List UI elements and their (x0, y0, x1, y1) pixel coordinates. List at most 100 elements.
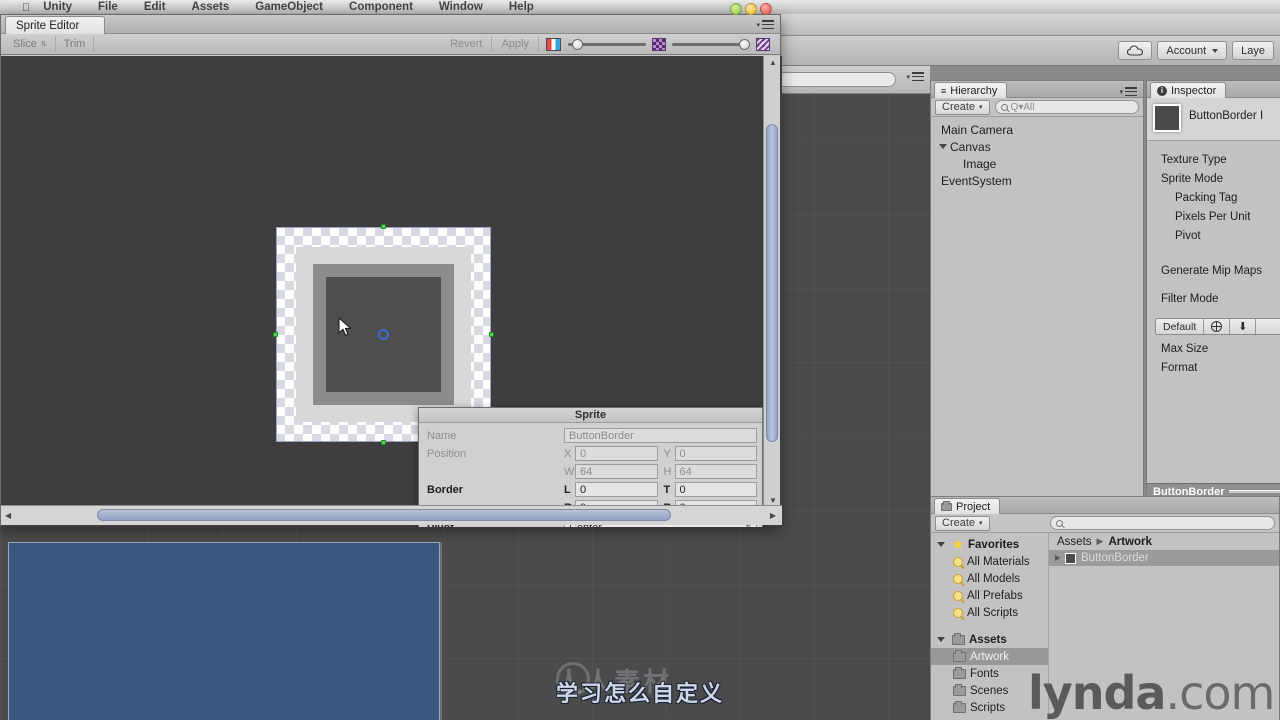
view-divider (440, 542, 442, 720)
project-folder-scripts[interactable]: Scripts (931, 699, 1048, 716)
hierarchy-item-main-camera[interactable]: Main Camera (931, 121, 1143, 138)
property-label: Packing Tag (1175, 191, 1238, 204)
scene-panel-menu[interactable]: ▾ (906, 72, 924, 81)
scroll-up-icon[interactable]: ▲ (769, 58, 777, 67)
revert-button[interactable]: Revert (441, 36, 493, 52)
favorite-all-scripts[interactable]: All Scripts (931, 604, 1048, 621)
slice-dropdown[interactable]: Slice ⇅ (5, 36, 56, 52)
inspector-property-list: Texture Type Sprite Mode Packing Tag Pix… (1147, 141, 1280, 308)
hierarchy-item-image[interactable]: Image (931, 155, 1143, 172)
resize-handle-top[interactable] (380, 224, 386, 229)
hierarchy-panel-menu[interactable]: ▾ (1119, 87, 1137, 96)
tab-inspector[interactable]: i Inspector (1150, 82, 1227, 98)
account-dropdown[interactable]: Account (1157, 41, 1228, 60)
project-favorites-group[interactable]: Favorites (931, 536, 1048, 553)
minimize-button[interactable] (730, 3, 742, 15)
apply-button[interactable]: Apply (492, 36, 539, 52)
property-format[interactable]: Format (1147, 358, 1280, 377)
border-top-input[interactable]: 0 (674, 482, 757, 497)
menu-item-help[interactable]: Help (496, 1, 547, 14)
tab-hierarchy[interactable]: ≡ Hierarchy (934, 82, 1008, 98)
canvas-vertical-scrollbar[interactable]: ▲ ▼ (763, 56, 780, 507)
menu-item-window[interactable]: Window (426, 1, 496, 14)
project-folder-scenes[interactable]: Scenes (931, 682, 1048, 699)
alpha-slider[interactable] (672, 38, 750, 51)
vertical-scroll-thumb[interactable] (766, 124, 778, 442)
game-view[interactable] (8, 542, 440, 720)
sprite-properties-title: Sprite (419, 408, 762, 423)
resize-handle-bottom[interactable] (380, 440, 386, 445)
sprite-canvas-surface[interactable]: Sprite Name ButtonBorder Position X 0 Y … (7, 60, 763, 527)
maximize-button[interactable] (745, 3, 757, 15)
tab-project[interactable]: Project (934, 498, 1001, 514)
trim-label: Trim (63, 38, 86, 50)
hierarchy-create-button[interactable]: Create ▾ (935, 99, 990, 115)
alpha-checkerboard-icon[interactable] (756, 37, 770, 51)
menu-item-component[interactable]: Component (336, 1, 426, 14)
zoom-slider[interactable] (568, 38, 646, 51)
favorite-all-materials[interactable]: All Materials (931, 553, 1048, 570)
breadcrumb-assets[interactable]: Assets (1057, 536, 1092, 548)
property-sprite-mode[interactable]: Sprite Mode (1147, 169, 1280, 188)
asset-item-buttonborder[interactable]: ButtonBorder (1049, 550, 1279, 566)
chevron-right-icon[interactable] (1055, 555, 1060, 561)
menu-item-gameobject[interactable]: GameObject (242, 1, 336, 14)
chevron-down-icon[interactable] (937, 542, 945, 547)
project-search-input[interactable] (1049, 516, 1275, 530)
scroll-left-icon[interactable]: ◀ (5, 511, 11, 520)
scroll-right-icon[interactable]: ▶ (770, 511, 776, 520)
layers-dropdown[interactable]: Laye (1232, 41, 1274, 60)
pivot-dot[interactable] (377, 328, 389, 340)
width-input[interactable]: 64 (575, 464, 658, 479)
property-pivot[interactable]: Pivot (1147, 226, 1280, 245)
tab-hierarchy-label: Hierarchy (950, 84, 998, 97)
chevron-down-icon[interactable] (939, 144, 947, 149)
checkerboard-icon[interactable] (652, 37, 666, 51)
sprite-editor-panel-menu[interactable]: ▾ (756, 20, 774, 29)
property-texture-type[interactable]: Texture Type (1147, 150, 1280, 169)
horizontal-scroll-thumb[interactable] (97, 509, 671, 521)
border-left-input[interactable]: 0 (575, 482, 658, 497)
resize-handle-left[interactable] (273, 331, 278, 337)
close-button[interactable] (760, 3, 772, 15)
sprite-name-input[interactable]: ButtonBorder (564, 428, 757, 443)
tab-sprite-editor[interactable]: Sprite Editor (5, 16, 105, 34)
hierarchy-item-eventsystem[interactable]: EventSystem (931, 172, 1143, 189)
platform-tab-standalone[interactable]: ⬇ (1230, 319, 1257, 334)
menu-item-assets[interactable]: Assets (179, 1, 243, 14)
project-folder-artwork[interactable]: Artwork (931, 648, 1048, 665)
height-input[interactable]: 64 (674, 464, 757, 479)
project-assets-group[interactable]: Assets (931, 631, 1048, 648)
tab-sprite-editor-label: Sprite Editor (16, 19, 80, 32)
menu-item-edit[interactable]: Edit (131, 1, 179, 14)
platform-tab-default[interactable]: Default (1156, 319, 1205, 334)
property-filter-mode[interactable]: Filter Mode (1147, 289, 1280, 308)
project-create-button[interactable]: Create ▾ (935, 515, 990, 531)
canvas-horizontal-scrollbar[interactable]: ◀ ▶ (1, 505, 782, 525)
slider-knob[interactable] (739, 38, 750, 50)
property-pixels-per-unit[interactable]: Pixels Per Unit (1147, 207, 1280, 226)
hierarchy-item-canvas[interactable]: Canvas (931, 138, 1143, 155)
cloud-services-button[interactable] (1118, 41, 1153, 60)
breadcrumb-artwork[interactable]: Artwork (1108, 536, 1151, 548)
favorite-all-models[interactable]: All Models (931, 570, 1048, 587)
apple-logo-icon[interactable]:  (22, 2, 30, 14)
sprite-editor-canvas[interactable]: Sprite Name ButtonBorder Position X 0 Y … (1, 56, 782, 527)
favorite-all-prefabs[interactable]: All Prefabs (931, 587, 1048, 604)
property-generate-mipmaps[interactable]: Generate Mip Maps (1147, 261, 1280, 280)
position-x-input[interactable]: 0 (575, 446, 658, 461)
menu-item-file[interactable]: File (85, 1, 131, 14)
chevron-down-icon[interactable] (937, 637, 945, 642)
menu-item-unity[interactable]: Unity (30, 1, 85, 14)
trim-button[interactable]: Trim (56, 36, 95, 52)
slider-knob[interactable] (572, 38, 583, 50)
hierarchy-search-input[interactable]: Q▾All (994, 100, 1139, 114)
rgb-channel-icon[interactable] (546, 37, 561, 51)
resize-handle-right[interactable] (489, 331, 494, 337)
property-max-size[interactable]: Max Size (1147, 339, 1280, 358)
property-packing-tag[interactable]: Packing Tag (1147, 188, 1280, 207)
position-y-input[interactable]: 0 (674, 446, 757, 461)
platform-tab-web[interactable] (1204, 319, 1231, 334)
project-folder-fonts[interactable]: Fonts (931, 665, 1048, 682)
scroll-down-icon[interactable]: ▼ (769, 496, 777, 505)
